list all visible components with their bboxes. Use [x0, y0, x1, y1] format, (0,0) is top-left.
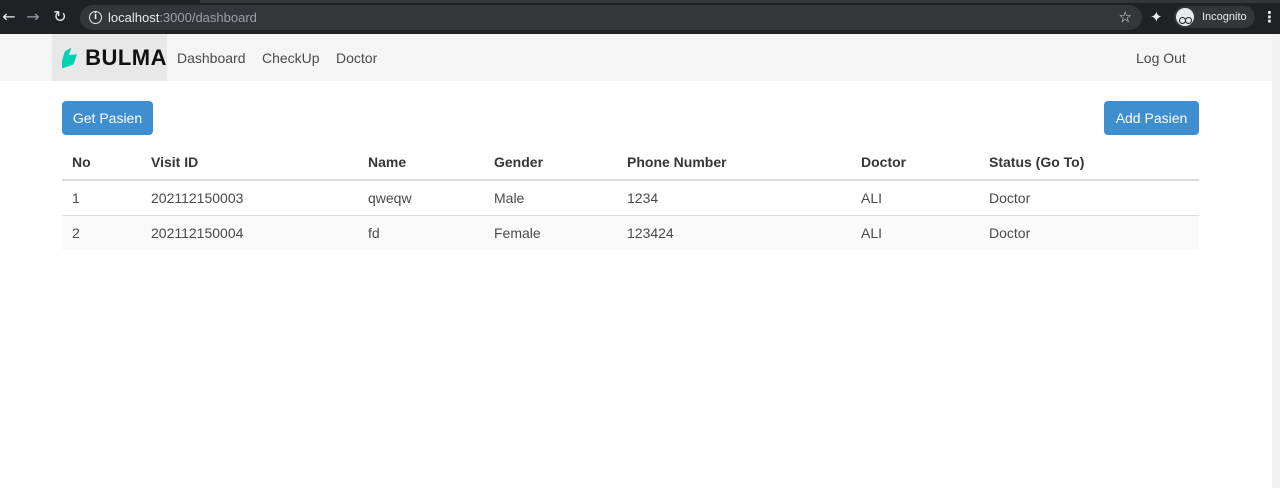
header-doctor: Doctor — [851, 145, 979, 181]
header-no: No — [62, 145, 141, 181]
table-body: 1 202112150003 qweqw Male 1234 ALI Docto… — [62, 180, 1199, 250]
add-pasien-button[interactable]: Add Pasien — [1104, 101, 1199, 135]
url-text[interactable]: localhost:3000/dashboard — [108, 10, 257, 25]
cell-visit-id: 202112150003 — [141, 180, 358, 216]
bookmark-star-icon[interactable]: ☆ — [1119, 8, 1132, 26]
bulma-logo-icon — [62, 47, 78, 68]
incognito-badge[interactable]: Incognito — [1174, 6, 1255, 28]
cell-name: qweqw — [358, 180, 484, 216]
cell-name: fd — [368, 224, 380, 241]
cell-phone: 123424 — [627, 224, 674, 241]
table-header: No Visit ID Name Gender Phone Number Doc… — [62, 145, 1199, 181]
top-navbar: BULMA Dashboard CheckUp Doctor Log Out — [0, 34, 1272, 81]
url-path: :3000/dashboard — [159, 10, 257, 25]
site-info-icon[interactable]: i — [89, 11, 102, 24]
cell-no: 1 — [62, 180, 141, 216]
brand-logo[interactable]: BULMA — [52, 34, 167, 81]
cell-status-link[interactable]: Doctor — [979, 215, 1199, 250]
patient-table: No Visit ID Name Gender Phone Number Doc… — [62, 145, 1199, 250]
cell-gender: Male — [484, 180, 617, 216]
cell-gender: Female — [494, 224, 541, 241]
get-pasien-button[interactable]: Get Pasien — [62, 101, 153, 135]
header-gender: Gender — [484, 145, 617, 181]
header-name: Name — [358, 145, 484, 181]
cell-phone: 1234 — [617, 180, 851, 216]
page-scrollbar[interactable] — [1272, 34, 1280, 488]
reload-icon[interactable]: ↻ — [51, 8, 69, 26]
browser-toolbar: ← → ↻ i localhost:3000/dashboard ☆ ✦ Inc… — [0, 0, 1280, 34]
logout-link[interactable]: Log Out — [1136, 50, 1186, 66]
address-bar[interactable]: i localhost:3000/dashboard ☆ — [80, 5, 1142, 30]
header-phone-number: Phone Number — [617, 145, 851, 181]
brand-name: BULMA — [85, 44, 167, 70]
table-row: 2 202112150004 fd Female 123424 ALI Doct… — [62, 215, 1199, 250]
cell-no: 2 — [72, 224, 80, 241]
nav-item-checkup[interactable]: CheckUp — [262, 50, 320, 66]
incognito-icon — [1176, 8, 1194, 26]
extensions-puzzle-icon[interactable]: ✦ — [1150, 8, 1163, 26]
table-header-row: No Visit ID Name Gender Phone Number Doc… — [62, 145, 1199, 181]
browser-menu-icon[interactable]: ⋮ — [1262, 8, 1277, 26]
cell-status-link[interactable]: Doctor — [979, 180, 1199, 216]
nav-item-dashboard[interactable]: Dashboard — [177, 50, 246, 66]
table-row: 1 202112150003 qweqw Male 1234 ALI Docto… — [62, 180, 1199, 216]
cell-doctor: ALI — [861, 224, 883, 241]
tab-strip — [200, 0, 1280, 3]
nav-item-doctor[interactable]: Doctor — [336, 50, 377, 66]
cell-visit-id: 202112150004 — [151, 224, 244, 241]
header-visit-id: Visit ID — [141, 145, 358, 181]
header-status: Status (Go To) — [979, 145, 1199, 181]
cell-doctor: ALI — [851, 180, 979, 216]
incognito-label: Incognito — [1202, 11, 1247, 23]
forward-icon[interactable]: → — [24, 8, 42, 26]
url-host: localhost — [108, 10, 160, 25]
back-icon[interactable]: ← — [0, 8, 18, 26]
